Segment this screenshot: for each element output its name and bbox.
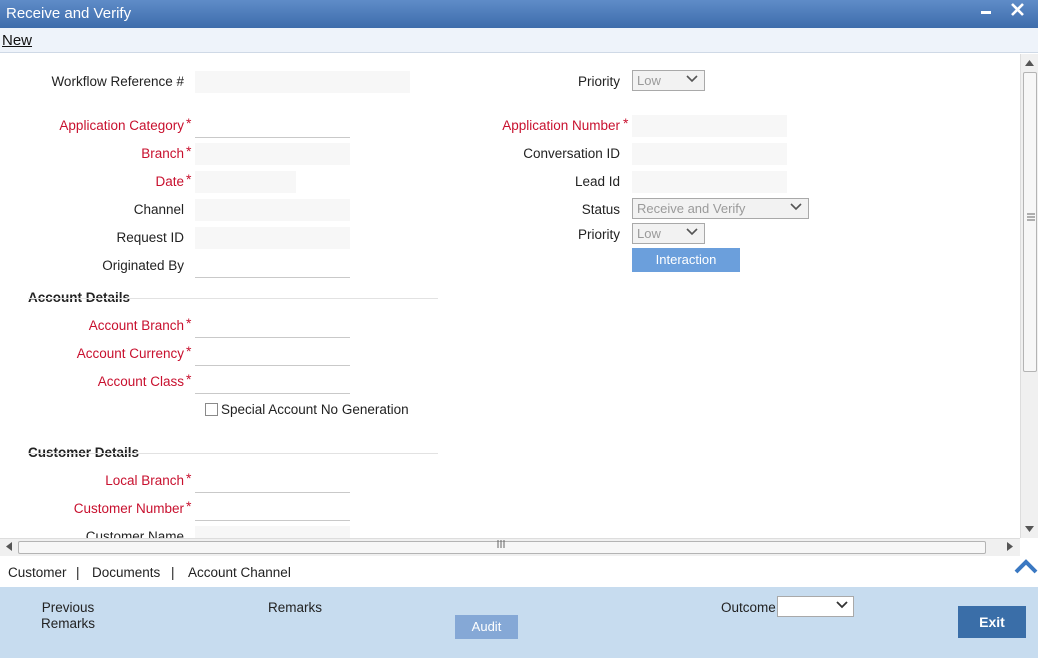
remarks-label[interactable]: Remarks: [268, 600, 322, 615]
conversation-id-label: Conversation ID: [523, 146, 620, 161]
request-id-label: Request ID: [116, 230, 184, 245]
account-currency-label: Account Currency: [76, 346, 184, 361]
required-mark: *: [623, 115, 629, 131]
required-mark: *: [186, 143, 192, 159]
priority-value: Low: [637, 226, 661, 241]
priority-top-value: Low: [637, 73, 661, 88]
priority-select[interactable]: Low: [632, 223, 705, 244]
chevron-down-icon: [790, 201, 802, 216]
previous-remarks-line1: Previous: [41, 600, 95, 615]
account-branch-label: Account Branch: [88, 318, 184, 333]
originated-by-label: Originated By: [102, 258, 184, 273]
special-account-label: Special Account No Generation: [221, 402, 409, 417]
close-icon[interactable]: [1010, 0, 1026, 25]
required-mark: *: [186, 470, 192, 486]
interaction-button[interactable]: Interaction: [632, 248, 740, 272]
minimize-icon[interactable]: [980, 0, 994, 25]
sub-screen-tabs: Customer | Documents | Account Channel: [0, 557, 1038, 587]
tab-documents[interactable]: Documents: [92, 565, 160, 580]
vertical-scrollbar[interactable]: [1020, 54, 1038, 538]
grip-icon: [497, 540, 505, 550]
tab-customer[interactable]: Customer: [8, 565, 67, 580]
exit-button[interactable]: Exit: [958, 606, 1026, 638]
account-class-label: Account Class: [97, 374, 184, 389]
section-divider: [28, 298, 438, 299]
branch-field[interactable]: [195, 143, 350, 165]
outcome-label: Outcome: [721, 600, 776, 615]
form-body: Workflow Reference # Priority Low Applic…: [0, 54, 1020, 538]
previous-remarks-line2: Remarks: [40, 616, 95, 631]
menu-bar: New: [0, 28, 1038, 53]
application-number-label: Application Number: [502, 118, 620, 133]
chevron-up-icon[interactable]: [1014, 557, 1038, 578]
priority-label: Priority: [577, 227, 620, 242]
lead-id-label: Lead Id: [574, 174, 620, 189]
tab-account-channel[interactable]: Account Channel: [188, 565, 291, 580]
conversation-id-field[interactable]: [632, 143, 787, 165]
workflow-reference-field[interactable]: [195, 71, 410, 93]
vertical-scroll-thumb[interactable]: [1023, 72, 1037, 372]
customer-name-field[interactable]: [195, 526, 350, 538]
required-mark: *: [186, 498, 192, 514]
horizontal-scroll-thumb[interactable]: [18, 540, 986, 554]
required-mark: *: [186, 115, 192, 131]
required-mark: *: [186, 371, 192, 387]
account-branch-field[interactable]: [195, 316, 350, 338]
previous-remarks-label[interactable]: Previous Remarks: [36, 600, 100, 632]
date-label: Date: [155, 174, 184, 189]
audit-button[interactable]: Audit: [455, 615, 518, 639]
required-mark: *: [186, 171, 192, 187]
originated-by-field[interactable]: [195, 256, 350, 278]
chevron-down-icon: [686, 73, 698, 88]
lead-id-field[interactable]: [632, 171, 787, 193]
local-branch-field[interactable]: [195, 471, 350, 493]
section-divider: [28, 453, 438, 454]
customer-name-label: Customer Name: [85, 529, 184, 538]
priority-top-label: Priority: [577, 74, 620, 89]
chevron-down-icon: [686, 226, 698, 241]
request-id-field[interactable]: [195, 227, 350, 249]
local-branch-label: Local Branch: [105, 473, 184, 488]
new-link[interactable]: New: [2, 32, 32, 49]
window-title: Receive and Verify: [6, 5, 132, 22]
channel-field[interactable]: [195, 199, 350, 221]
footer-bar: Previous Remarks Remarks Audit Outcome E…: [0, 587, 1038, 658]
channel-label: Channel: [133, 202, 184, 217]
tab-separator: |: [76, 565, 80, 580]
customer-number-field[interactable]: [195, 499, 350, 521]
outcome-select[interactable]: [777, 596, 854, 617]
scroll-left-icon[interactable]: [6, 542, 12, 553]
application-category-field[interactable]: [195, 116, 350, 138]
scroll-up-icon[interactable]: [1025, 58, 1034, 68]
status-select[interactable]: Receive and Verify: [632, 198, 809, 219]
chevron-down-icon: [835, 598, 849, 615]
window-titlebar: Receive and Verify: [0, 0, 1038, 28]
scroll-down-icon[interactable]: [1025, 524, 1034, 534]
grip-icon: [1027, 213, 1035, 223]
branch-label: Branch: [141, 146, 184, 161]
account-class-field[interactable]: [195, 372, 350, 394]
required-mark: *: [186, 315, 192, 331]
status-value: Receive and Verify: [637, 201, 746, 216]
account-currency-field[interactable]: [195, 344, 350, 366]
status-label: Status: [581, 202, 620, 217]
priority-top-select[interactable]: Low: [632, 70, 705, 91]
required-mark: *: [186, 343, 192, 359]
date-field[interactable]: [195, 171, 296, 193]
scroll-right-icon[interactable]: [1007, 542, 1013, 553]
horizontal-scrollbar[interactable]: [0, 538, 1020, 556]
tab-separator: |: [171, 565, 175, 580]
customer-number-label: Customer Number: [73, 501, 184, 516]
application-number-field[interactable]: [632, 115, 787, 137]
special-account-checkbox[interactable]: [205, 403, 218, 416]
application-category-label: Application Category: [59, 118, 184, 133]
workflow-reference-label: Workflow Reference #: [51, 74, 184, 89]
